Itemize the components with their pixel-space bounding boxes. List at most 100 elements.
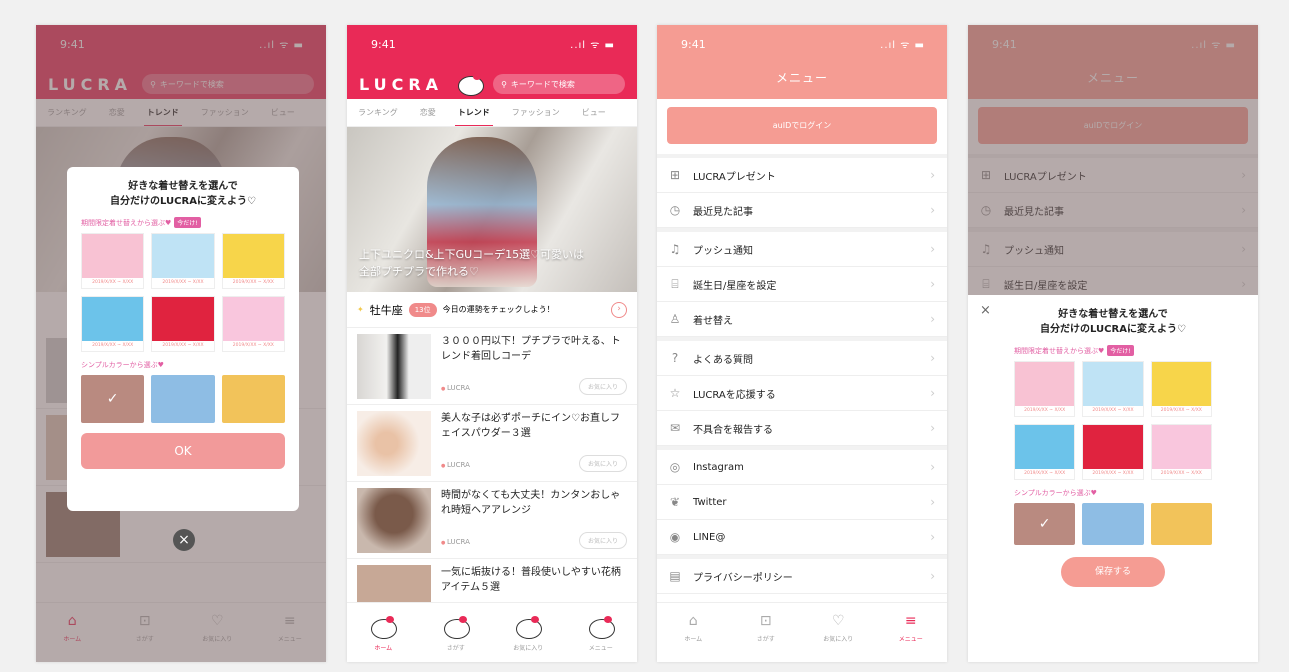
article-title: 美人な子は必ずポーチにイン♡お直しフェイスパウダー３選	[441, 413, 620, 439]
menu-label: 最近見た記事	[693, 206, 753, 218]
theme-option[interactable]: 2019/X/XX ~ X/XX	[1082, 424, 1144, 480]
theme-date: 2019/X/XX ~ X/XX	[1092, 408, 1134, 413]
tab-fashion[interactable]: ファッション	[501, 99, 571, 126]
article-row[interactable]: ３０００円以下！プチプラで叶える、トレンド着回しコーデ LUCRA お気に入り	[347, 328, 637, 405]
shirt-icon: ♙	[669, 312, 681, 326]
limited-label-text: 期間限定着せ替えから選ぶ♥	[81, 218, 172, 227]
menu-label: プッシュ通知	[693, 245, 753, 257]
menu-item-report[interactable]: ✉ 不具合を報告する ›	[657, 411, 947, 446]
nav-menu-label: メニュー	[898, 636, 923, 643]
menu-label: よくある質問	[693, 354, 753, 366]
sheet-title-line2: 自分だけのLUCRAに変えよう♡	[1040, 324, 1186, 335]
login-button[interactable]: auIDでログイン	[667, 107, 937, 144]
favorite-button[interactable]: お気に入り	[578, 455, 627, 472]
check-icon: ✓	[1038, 516, 1051, 532]
menu-item-support[interactable]: ☆ LUCRAを応援する ›	[657, 376, 947, 411]
color-option[interactable]	[221, 375, 285, 423]
bottom-nav: ⌂ ホーム ⊡ さがす ♡ お気に入り ≡ メニュー	[657, 602, 947, 662]
menu-item-twitter[interactable]: ❦ Twitter ›	[657, 485, 947, 520]
article-row[interactable]: 時間がなくても大丈夫！カンタンおしゃれ時短ヘアアレンジ LUCRA お気に入り	[347, 482, 637, 559]
theme-option[interactable]: 2019/X/XX ~ X/XX	[1150, 361, 1212, 417]
nav-search-label: さがす	[446, 645, 465, 652]
theme-date: 2019/X/XX ~ X/XX	[232, 343, 274, 348]
close-modal-button[interactable]: ×	[173, 529, 195, 551]
search-input[interactable]: ⚲キーワードで検索	[493, 74, 625, 94]
nav-menu[interactable]: メニュー	[565, 603, 638, 662]
chevron-right-icon: ›	[930, 569, 935, 583]
menu-item-line[interactable]: ◉ LINE@ ›	[657, 520, 947, 555]
tab-love[interactable]: 恋愛	[409, 99, 447, 126]
color-option[interactable]	[1150, 503, 1212, 545]
theme-option[interactable]: 2019/X/XX ~ X/XX	[81, 296, 145, 352]
theme-preview	[152, 234, 214, 278]
color-option[interactable]	[151, 375, 215, 423]
line-icon: ◉	[669, 530, 681, 544]
favorite-button[interactable]: お気に入り	[578, 378, 627, 395]
menu-item-recent[interactable]: ◷ 最近見た記事 ›	[657, 193, 947, 228]
menu-item-push[interactable]: ♫ プッシュ通知 ›	[657, 232, 947, 267]
tab-trend[interactable]: トレンド	[447, 99, 501, 126]
menu-item-faq[interactable]: ? よくある質問 ›	[657, 341, 947, 376]
nav-search[interactable]: さがす	[420, 603, 493, 662]
phone-menu: 9:41 ..ıl ᯤ ▬ メニュー auIDでログイン ⊞ LUCRAプレゼント…	[657, 25, 947, 662]
menu-label: プライバシーポリシー	[693, 572, 793, 584]
article-row[interactable]: 美人な子は必ずポーチにイン♡お直しフェイスパウダー３選 LUCRA お気に入り	[347, 405, 637, 482]
menu-item-instagram[interactable]: ◎ Instagram ›	[657, 450, 947, 485]
menu-label: 誕生日/星座を設定	[693, 280, 777, 292]
app-logo[interactable]: LUCRA	[359, 75, 443, 94]
zodiac-rank: 13位	[408, 302, 437, 317]
close-icon[interactable]: ×	[980, 303, 991, 318]
heart-icon: ♡	[831, 613, 845, 629]
zodiac-text: 今日の運勢をチェックしよう！	[442, 305, 555, 314]
hero-article[interactable]: 上下ユニクロ&上下GUコーデ15選♡可愛いは 全部プチプラで作れる♡	[347, 127, 637, 292]
menu-item-theme[interactable]: ♙ 着せ替え ›	[657, 302, 947, 337]
sheet-overlay[interactable]	[968, 25, 1258, 295]
chevron-right-icon[interactable]: ›	[611, 301, 627, 318]
menu-item-present[interactable]: ⊞ LUCRAプレゼント ›	[657, 158, 947, 193]
theme-option[interactable]: 2019/X/XX ~ X/XX	[1014, 361, 1076, 417]
theme-option[interactable]: 2019/X/XX ~ X/XX	[1150, 424, 1212, 480]
close-icon: ×	[178, 532, 190, 548]
tab-beauty[interactable]: ビュー	[571, 99, 617, 126]
search-icon: ⚲	[501, 79, 507, 89]
modal-title: 好きな着せ替えを選んで 自分だけのLUCRAに変えよう♡	[81, 179, 285, 209]
star-icon: ☆	[669, 386, 681, 400]
theme-option[interactable]: 2019/X/XX ~ X/XX	[151, 296, 215, 352]
document-icon: ▤	[669, 569, 681, 583]
menu-label: 着せ替え	[693, 315, 733, 327]
nav-home[interactable]: ホーム	[347, 603, 420, 662]
login-area: auIDでログイン	[657, 99, 947, 154]
theme-option[interactable]: 2019/X/XX ~ X/XX	[221, 296, 285, 352]
cake-icon: ⌸	[671, 276, 679, 291]
theme-option[interactable]: 2019/X/XX ~ X/XX	[1014, 424, 1076, 480]
tab-ranking[interactable]: ランキング	[347, 99, 409, 126]
limited-label-text: 期間限定着せ替えから選ぶ♥	[1014, 346, 1105, 355]
article-title: 時間がなくても大丈夫！カンタンおしゃれ時短ヘアアレンジ	[441, 490, 621, 516]
sheet-title: 好きな着せ替えを選んで 自分だけのLUCRAに変えよう♡	[1014, 307, 1212, 337]
theme-option[interactable]: 2019/X/XX ~ X/XX	[81, 233, 145, 289]
chevron-right-icon: ›	[930, 460, 935, 474]
favorite-button[interactable]: お気に入り	[578, 532, 627, 549]
home-icon: ⌂	[688, 613, 698, 629]
nav-home[interactable]: ⌂ ホーム	[657, 603, 730, 662]
nav-search[interactable]: ⊡ さがす	[730, 603, 803, 662]
signal-icons: ..ıl ᯤ ▬	[880, 40, 925, 51]
theme-option[interactable]: 2019/X/XX ~ X/XX	[221, 233, 285, 289]
horoscope-bar[interactable]: ✦ 牡牛座 13位 今日の運勢をチェックしよう！ ›	[347, 292, 637, 328]
color-option-selected[interactable]: ✓	[81, 375, 145, 423]
theme-option[interactable]: 2019/X/XX ~ X/XX	[1082, 361, 1144, 417]
kitty-menu-icon	[584, 613, 618, 641]
color-option-selected[interactable]: ✓	[1014, 503, 1076, 545]
ok-button[interactable]: OK	[81, 433, 285, 469]
nav-menu[interactable]: ≡ メニュー	[875, 603, 948, 662]
color-option[interactable]	[1082, 503, 1144, 545]
menu-item-birthday[interactable]: ⌸ 誕生日/星座を設定 ›	[657, 267, 947, 302]
nav-favorites[interactable]: お気に入り	[492, 603, 565, 662]
menu-item-privacy[interactable]: ▤ プライバシーポリシー ›	[657, 559, 947, 594]
save-button[interactable]: 保存する	[1061, 557, 1165, 587]
chevron-right-icon: ›	[930, 242, 935, 256]
nav-favorites[interactable]: ♡ お気に入り	[802, 603, 875, 662]
theme-preview	[1083, 362, 1143, 406]
hero-caption-line2: 全部プチプラで作れる♡	[359, 265, 479, 278]
theme-option[interactable]: 2019/X/XX ~ X/XX	[151, 233, 215, 289]
